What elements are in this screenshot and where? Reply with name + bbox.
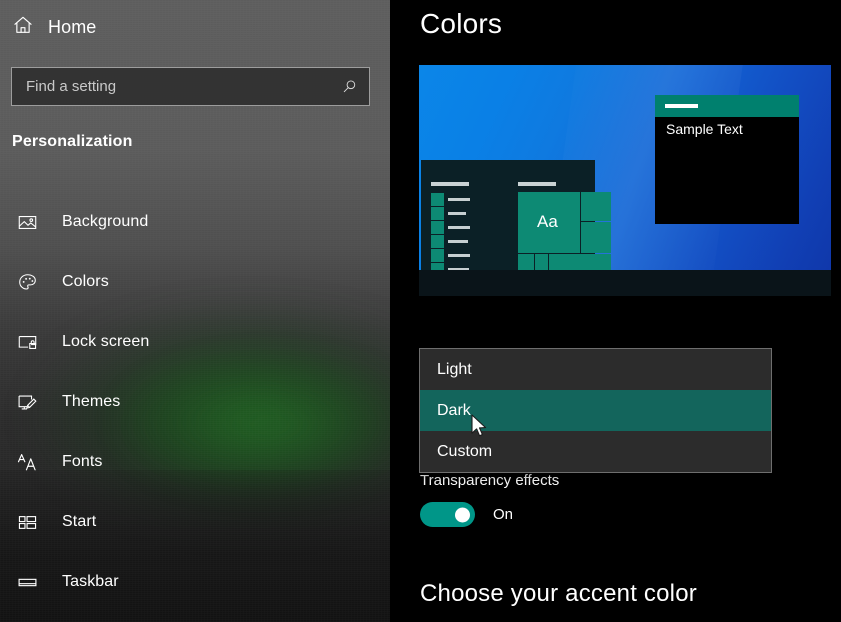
sidebar-item-themes[interactable]: Themes xyxy=(0,372,390,432)
search-input[interactable] xyxy=(12,78,329,95)
category-title: Personalization xyxy=(12,133,133,151)
preview-taskbar xyxy=(419,270,831,296)
sidebar-item-label: Fonts xyxy=(62,453,103,471)
preview-app-label-bar xyxy=(448,240,468,243)
sidebar-item-label: Themes xyxy=(62,393,120,411)
settings-content-pane: Colors xyxy=(390,0,841,622)
transparency-toggle-state: On xyxy=(493,506,513,523)
preview-tile-group-header xyxy=(518,182,556,186)
preview-app-square xyxy=(431,193,444,206)
sidebar-item-background[interactable]: Background xyxy=(0,192,390,252)
sidebar-item-label: Taskbar xyxy=(62,573,119,591)
dropdown-option-light[interactable]: Light xyxy=(420,349,771,390)
transparency-effects-label: Transparency effects xyxy=(420,472,559,489)
sidebar-item-label: Lock screen xyxy=(62,333,149,351)
preview-tile xyxy=(518,254,534,270)
preview-app-label-bar xyxy=(448,198,470,201)
transparency-effects-setting: Transparency effects On xyxy=(420,472,559,489)
taskbar-icon xyxy=(12,567,42,597)
palette-icon xyxy=(12,267,42,297)
transparency-toggle-row: On xyxy=(420,502,513,527)
sidebar-item-colors[interactable]: Colors xyxy=(0,252,390,312)
preview-sample-window: Sample Text xyxy=(655,95,799,224)
start-tiles-icon xyxy=(12,507,42,537)
accent-color-heading: Choose your accent color xyxy=(420,580,697,608)
preview-tile xyxy=(581,222,611,253)
dropdown-option-custom[interactable]: Custom xyxy=(420,431,771,472)
preview-start-left-header xyxy=(431,182,469,186)
dropdown-option-dark[interactable]: Dark xyxy=(420,390,771,431)
sidebar-item-label: Colors xyxy=(62,273,109,291)
theme-preview: Aa Sample Text xyxy=(419,65,831,296)
preview-app-label-bar xyxy=(448,226,470,229)
settings-sidebar: Home Personalization xyxy=(0,0,390,622)
page-title: Colors xyxy=(420,8,502,40)
sidebar-item-label: Start xyxy=(62,513,96,531)
preview-app-square xyxy=(431,249,444,262)
home-label: Home xyxy=(48,17,96,38)
preview-app-label-bar xyxy=(448,212,466,215)
home-icon xyxy=(12,14,34,41)
preview-window-titlebar xyxy=(655,95,799,117)
settings-window: Home Personalization xyxy=(0,0,841,622)
preview-app-square xyxy=(431,235,444,248)
toggle-knob xyxy=(455,507,470,522)
search-icon[interactable] xyxy=(329,68,369,105)
preview-tile xyxy=(535,254,548,270)
sidebar-item-lock-screen[interactable]: Lock screen xyxy=(0,312,390,372)
sidebar-nav-list: Background Colors xyxy=(0,192,390,612)
themes-brush-icon xyxy=(12,387,42,417)
lock-screen-icon xyxy=(12,327,42,357)
image-icon xyxy=(12,207,42,237)
theme-mode-dropdown[interactable]: Light Dark Custom xyxy=(419,348,772,473)
sidebar-item-taskbar[interactable]: Taskbar xyxy=(0,552,390,612)
preview-sample-text: Sample Text xyxy=(666,121,743,137)
home-button[interactable]: Home xyxy=(12,10,96,44)
transparency-toggle[interactable] xyxy=(420,502,475,527)
preview-window-title-bar-accent xyxy=(665,104,698,108)
preview-tile xyxy=(581,192,611,221)
search-box[interactable] xyxy=(11,67,370,106)
fonts-aa-icon xyxy=(12,447,42,477)
preview-app-label-bar xyxy=(448,254,470,257)
sidebar-item-start[interactable]: Start xyxy=(0,492,390,552)
preview-tile-letter: Aa xyxy=(537,212,558,232)
preview-app-square xyxy=(431,221,444,234)
sidebar-item-fonts[interactable]: Fonts xyxy=(0,432,390,492)
preview-app-square xyxy=(431,207,444,220)
sidebar-item-label: Background xyxy=(62,213,148,231)
